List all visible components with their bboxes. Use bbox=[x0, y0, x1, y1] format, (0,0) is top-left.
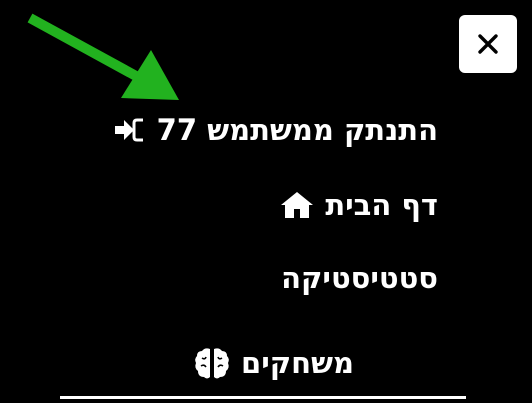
menu-item-label: התנתק ממשתמש 77 bbox=[156, 113, 438, 147]
close-icon bbox=[478, 34, 498, 54]
logout-icon bbox=[113, 117, 147, 143]
menu-item-label: סטטיסטיקה bbox=[281, 261, 438, 295]
arrow-icon bbox=[27, 13, 179, 100]
menu-item-games[interactable]: משחקים bbox=[193, 345, 354, 381]
active-indicator bbox=[60, 396, 466, 399]
menu-item-logout[interactable]: התנתק ממשתמש 77 bbox=[113, 112, 438, 148]
menu-item-statistics[interactable]: סטטיסטיקה bbox=[281, 260, 438, 296]
menu-item-label: משחקים bbox=[241, 346, 354, 380]
menu-item-label: דף הבית bbox=[325, 188, 438, 222]
home-icon bbox=[279, 190, 315, 220]
navigation-menu: התנתק ממשתמש 77 דף הבית סטטיסטיקה משחקים bbox=[0, 0, 532, 403]
close-button[interactable] bbox=[459, 15, 517, 73]
menu-item-home[interactable]: דף הבית bbox=[279, 187, 438, 223]
brain-icon bbox=[193, 346, 231, 380]
